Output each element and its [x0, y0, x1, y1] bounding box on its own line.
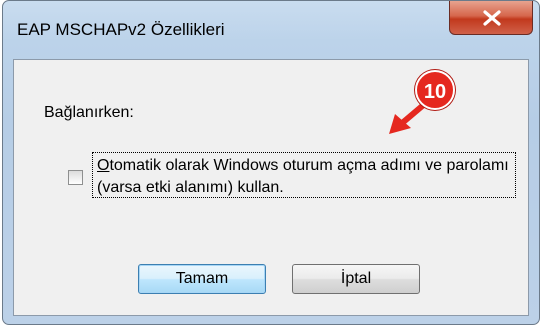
close-icon: [483, 10, 501, 26]
cancel-button[interactable]: İptal: [292, 264, 420, 294]
close-button[interactable]: [449, 1, 533, 35]
auto-logon-option: Otomatik olarak Windows oturum açma adım…: [68, 152, 538, 202]
auto-logon-label-text: tomatik olarak Windows oturum açma adımı…: [97, 157, 509, 196]
window-title: EAP MSCHAPv2 Özellikleri: [17, 20, 225, 39]
auto-logon-checkbox[interactable]: [68, 170, 83, 185]
ok-button[interactable]: Tamam: [138, 264, 266, 294]
auto-logon-label[interactable]: Otomatik olarak Windows oturum açma adım…: [92, 152, 516, 198]
connecting-label: Bağlanırken:: [44, 104, 134, 121]
dialog-window: EAP MSCHAPv2 Özellikleri Bağlanırken: Ot…: [2, 0, 540, 325]
mnemonic-letter: O: [97, 157, 110, 174]
step-badge: 10: [415, 70, 455, 110]
